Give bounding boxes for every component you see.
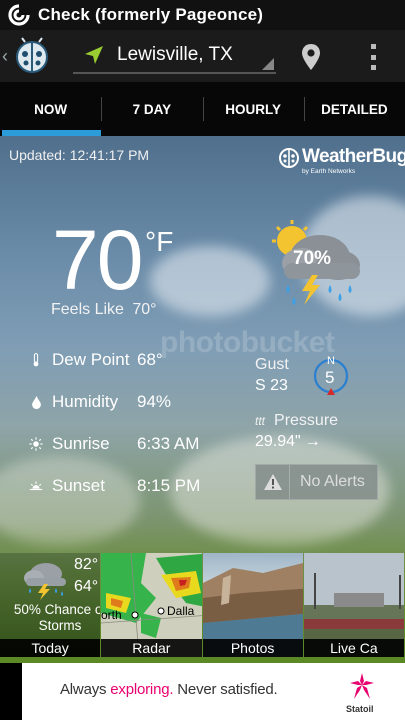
photos-caption: Photos: [202, 639, 303, 657]
tab-detailed[interactable]: DETAILED: [303, 82, 405, 136]
sunset-icon: [28, 477, 44, 495]
sunset-label: Sunset: [52, 476, 105, 495]
pressure-value-row: 29.94" →: [255, 433, 321, 451]
menu-dot: [370, 44, 376, 49]
weatherbug-app-logo[interactable]: [12, 36, 52, 76]
today-chance: 50% Chance of Storms: [13, 602, 101, 633]
precip-chance: 70%: [293, 248, 332, 269]
pressure-icon: ttt: [255, 414, 266, 428]
pressure-value: 29.94": [255, 433, 301, 450]
ad-slogan: Always exploring. Never satisfied.: [60, 681, 278, 698]
overflow-menu-button[interactable]: [360, 42, 386, 72]
tab-7-day[interactable]: 7 DAY: [101, 82, 202, 136]
tab-hourly[interactable]: HOURLY: [202, 82, 304, 136]
alerts-label: No Alerts: [300, 473, 365, 490]
radar-city-fort-worth: orth: [101, 608, 122, 622]
gust-value: S 23: [255, 377, 288, 394]
check-app-icon: [8, 4, 30, 26]
dew-point-value: 68°: [137, 350, 163, 369]
today-caption: Today: [0, 639, 101, 657]
ad-content[interactable]: Always exploring. Never satisfied. Stato…: [22, 663, 405, 720]
radar-caption: Radar: [101, 639, 202, 657]
current-temperature: 70: [52, 213, 143, 307]
today-low: 64°: [74, 578, 99, 595]
photobucket-watermark: photobucket: [160, 326, 335, 359]
ad-slogan-part-1: Always: [60, 681, 111, 698]
sunrise-icon: [28, 435, 44, 453]
warning-icon: [256, 465, 290, 499]
sunrise-row: Sunrise 6:33 AM: [28, 434, 199, 454]
sunset-value: 8:15 PM: [137, 476, 201, 495]
live-cameras-tile[interactable]: Live Ca: [303, 553, 404, 657]
ad-slogan-highlight: exploring.: [110, 681, 174, 698]
humidity-drop-icon: [28, 393, 44, 411]
sunset-row: Sunset 8:15 PM: [28, 476, 200, 496]
weatherbug-brand-logo: WeatherBug by Earth Networks: [278, 145, 405, 177]
menu-dot: [370, 54, 376, 60]
action-bar: ‹ Lewisville, TX: [0, 30, 405, 82]
today-high: 82°: [74, 556, 99, 573]
sunrise-label: Sunrise: [52, 434, 110, 453]
feels-like-value: 70°: [132, 301, 157, 318]
weatherbug-logo-icon: [279, 148, 299, 168]
today-forecast-tile[interactable]: 82° 64° 50% Chance of Storms Today: [0, 553, 101, 657]
location-selector[interactable]: Lewisville, TX: [73, 38, 276, 74]
map-pin-button[interactable]: [298, 42, 324, 72]
radar-tile[interactable]: orth Dalla Radar: [101, 553, 202, 657]
alerts-button[interactable]: No Alerts: [255, 464, 378, 500]
ad-banner[interactable]: Always exploring. Never satisfied. Stato…: [0, 663, 405, 720]
menu-dot: [370, 65, 376, 70]
photos-tile[interactable]: Photos: [202, 553, 303, 657]
feature-thumbnails: 82° 64° 50% Chance of Storms Today orth …: [0, 553, 405, 657]
sunrise-value: 6:33 AM: [137, 434, 200, 453]
temperature-unit[interactable]: °F: [145, 226, 173, 258]
tab-bar: NOW 7 DAY HOURLY DETAILED: [0, 82, 405, 136]
brand-name: WeatherBug: [302, 146, 405, 167]
humidity-value: 94%: [137, 392, 172, 411]
statoil-star-logo: [350, 673, 374, 699]
wind-speed: 5: [325, 368, 335, 387]
ad-brand-name: Statoil: [346, 704, 374, 714]
humidity-label: Humidity: [52, 392, 119, 411]
thermometer-icon: [28, 351, 44, 369]
notification-title: Check (formerly Pageonce): [38, 5, 264, 24]
dropdown-triangle-icon: [262, 58, 274, 70]
feels-like-label: Feels Like: [51, 301, 124, 318]
back-chevron-icon[interactable]: ‹: [2, 46, 12, 67]
location-arrow-icon: [85, 46, 103, 64]
dew-point-row: Dew Point 68°: [28, 350, 163, 370]
storm-cloud-icon: [24, 563, 66, 600]
notification-bar: Check (formerly Pageonce): [0, 0, 405, 30]
live-cameras-caption: Live Ca: [303, 639, 404, 657]
feels-like: Feels Like 70°: [51, 301, 157, 319]
updated-time: Updated: 12:41:17 PM: [9, 147, 150, 163]
location-name: Lewisville, TX: [117, 44, 233, 65]
humidity-row: Humidity 94%: [28, 392, 171, 412]
radar-city-dallas: Dalla: [167, 604, 195, 618]
pressure-label-row: ttt Pressure: [255, 412, 338, 430]
pressure-trend-arrow-icon: →: [304, 433, 321, 450]
pressure-label: Pressure: [274, 412, 339, 429]
brand-subtitle: by Earth Networks: [302, 168, 356, 175]
ad-slogan-part-2: Never satisfied.: [173, 681, 278, 698]
tab-now[interactable]: NOW: [0, 82, 102, 136]
dew-point-label: Dew Point: [52, 350, 130, 369]
